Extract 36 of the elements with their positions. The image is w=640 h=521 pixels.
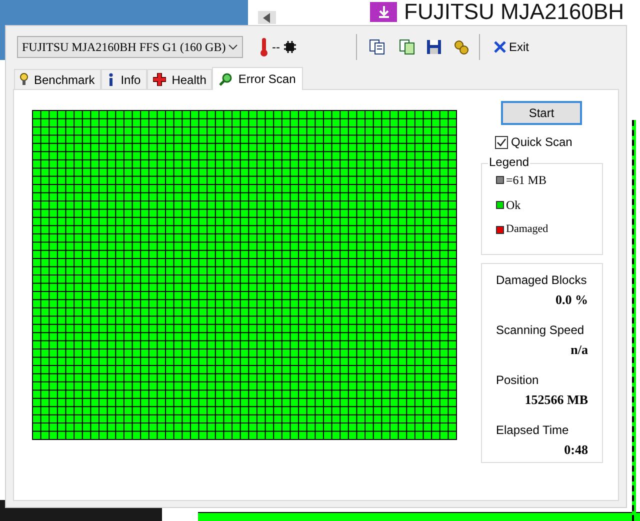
start-button[interactable]: Start (501, 101, 582, 125)
drive-dropdown[interactable]: FUJITSU MJA2160BH FFS G1 (160 GB) (17, 36, 243, 58)
legend-label: Damaged (506, 224, 548, 235)
quick-scan-label: Quick Scan (511, 134, 572, 151)
magnifier-icon (219, 72, 232, 86)
stat-label: Damaged Blocks (496, 274, 588, 286)
temperature-text: -- (272, 39, 280, 56)
copy-icon (399, 39, 415, 55)
stat-value: 0.0 % (554, 293, 588, 306)
legend-label: Ok (506, 199, 521, 211)
thermometer-icon (259, 37, 269, 57)
stat-value: n/a (570, 343, 588, 356)
quick-scan-checkbox[interactable] (495, 136, 508, 148)
chip-icon (284, 41, 296, 53)
exit-button[interactable]: Exit (492, 36, 532, 58)
stat-label: Position (496, 374, 540, 386)
lightbulb-icon (20, 73, 28, 86)
scroll-arrow-button[interactable] (258, 11, 276, 24)
legend-label: =61 MB (506, 174, 546, 186)
tab[interactable]: Benchmark (14, 69, 101, 89)
stat-label: Scanning Speed (496, 324, 586, 336)
cross-icon (152, 73, 166, 86)
copy-icon (369, 39, 385, 55)
tab[interactable]: Health (146, 69, 212, 89)
caret-icon (228, 44, 238, 50)
background-title: FUJITSU MJA2160BH (404, 1, 624, 23)
tab[interactable]: Info (100, 69, 147, 89)
stat-value: 0:48 (563, 443, 588, 456)
info-icon (106, 73, 115, 86)
download-icon (370, 2, 397, 22)
stat-label: Elapsed Time (496, 424, 570, 436)
stat-value: 152566 MB (524, 393, 588, 406)
close-icon (494, 41, 506, 53)
legend-title: Legend (488, 156, 530, 168)
tab[interactable]: Error Scan (212, 67, 303, 90)
left-arrow-icon (263, 12, 271, 22)
